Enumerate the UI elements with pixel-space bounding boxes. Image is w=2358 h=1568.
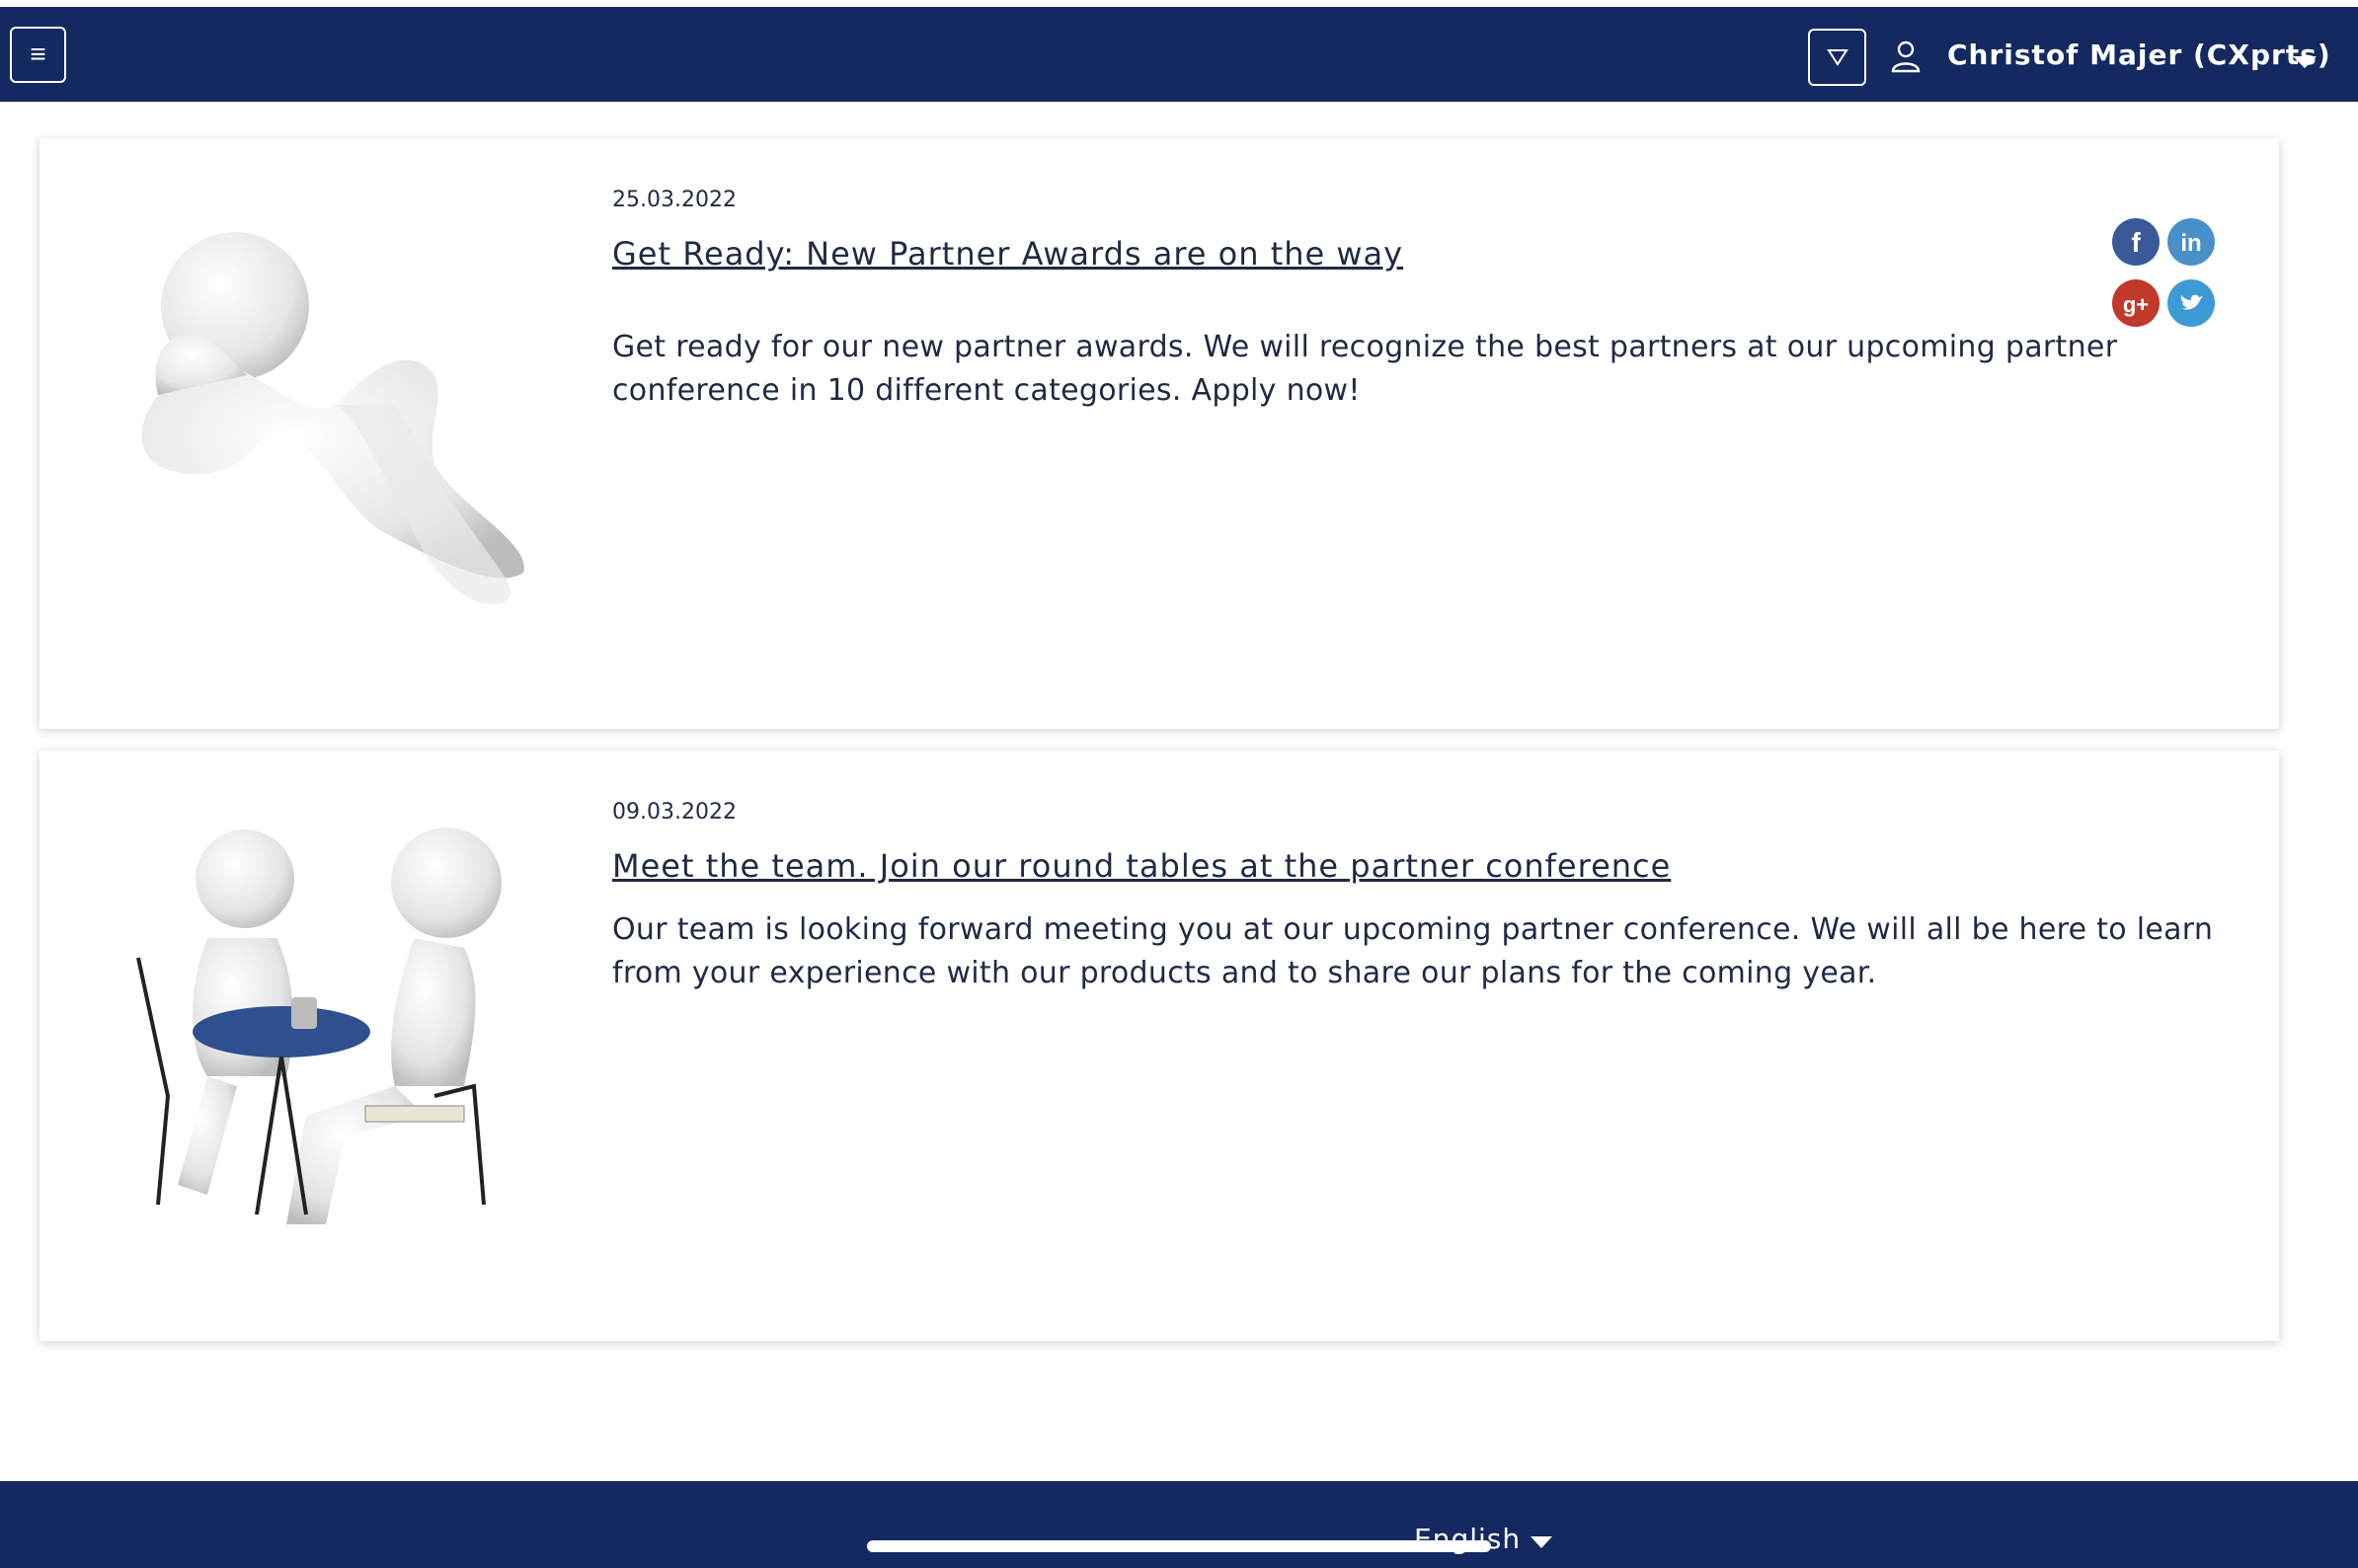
hamburger-icon: ≡ [30, 39, 46, 69]
chevron-down-icon[interactable] [1531, 1536, 1552, 1548]
menu-button[interactable]: ≡ [10, 27, 66, 83]
facebook-icon[interactable]: f [2111, 217, 2161, 267]
news-date: 09.03.2022 [612, 800, 737, 824]
chevron-down-icon[interactable] [2293, 56, 2317, 68]
round-table-figures-image [136, 827, 502, 1224]
social-share-icons: f in g+ [2111, 217, 2230, 336]
app-header: ≡ Christof Majer (CXprts) [0, 7, 2358, 102]
linkedin-icon[interactable]: in [2166, 217, 2216, 267]
news-title-link[interactable]: Meet the team. Join our round tables at … [612, 847, 1671, 885]
news-title-link[interactable]: Get Ready: New Partner Awards are on the… [612, 235, 1403, 273]
google-plus-icon[interactable]: g+ [2111, 278, 2161, 328]
twitter-icon[interactable] [2166, 278, 2216, 328]
svg-text:g+: g+ [2123, 292, 2149, 317]
news-text: Get ready for our new partner awards. We… [612, 330, 2118, 408]
filter-button[interactable] [1808, 29, 1866, 86]
user-menu-name[interactable]: Christof Majer (CXprts) [1947, 39, 2331, 71]
user-icon[interactable] [1890, 39, 1922, 73]
top-strip [0, 0, 2358, 7]
filter-icon [1826, 49, 1848, 66]
news-card: 09.03.2022 Meet the team. Join our round… [39, 750, 2279, 1341]
app-footer: English [0, 1481, 2358, 1568]
home-indicator-bar [867, 1540, 1491, 1552]
svg-text:in: in [2180, 230, 2201, 257]
news-text: Our team is looking forward meeting you … [612, 912, 2214, 990]
news-card: 25.03.2022 Get Ready: New Partner Awards… [39, 138, 2279, 729]
thinking-figure-image [141, 232, 524, 604]
news-date: 25.03.2022 [612, 188, 737, 212]
svg-text:f: f [2131, 227, 2141, 258]
